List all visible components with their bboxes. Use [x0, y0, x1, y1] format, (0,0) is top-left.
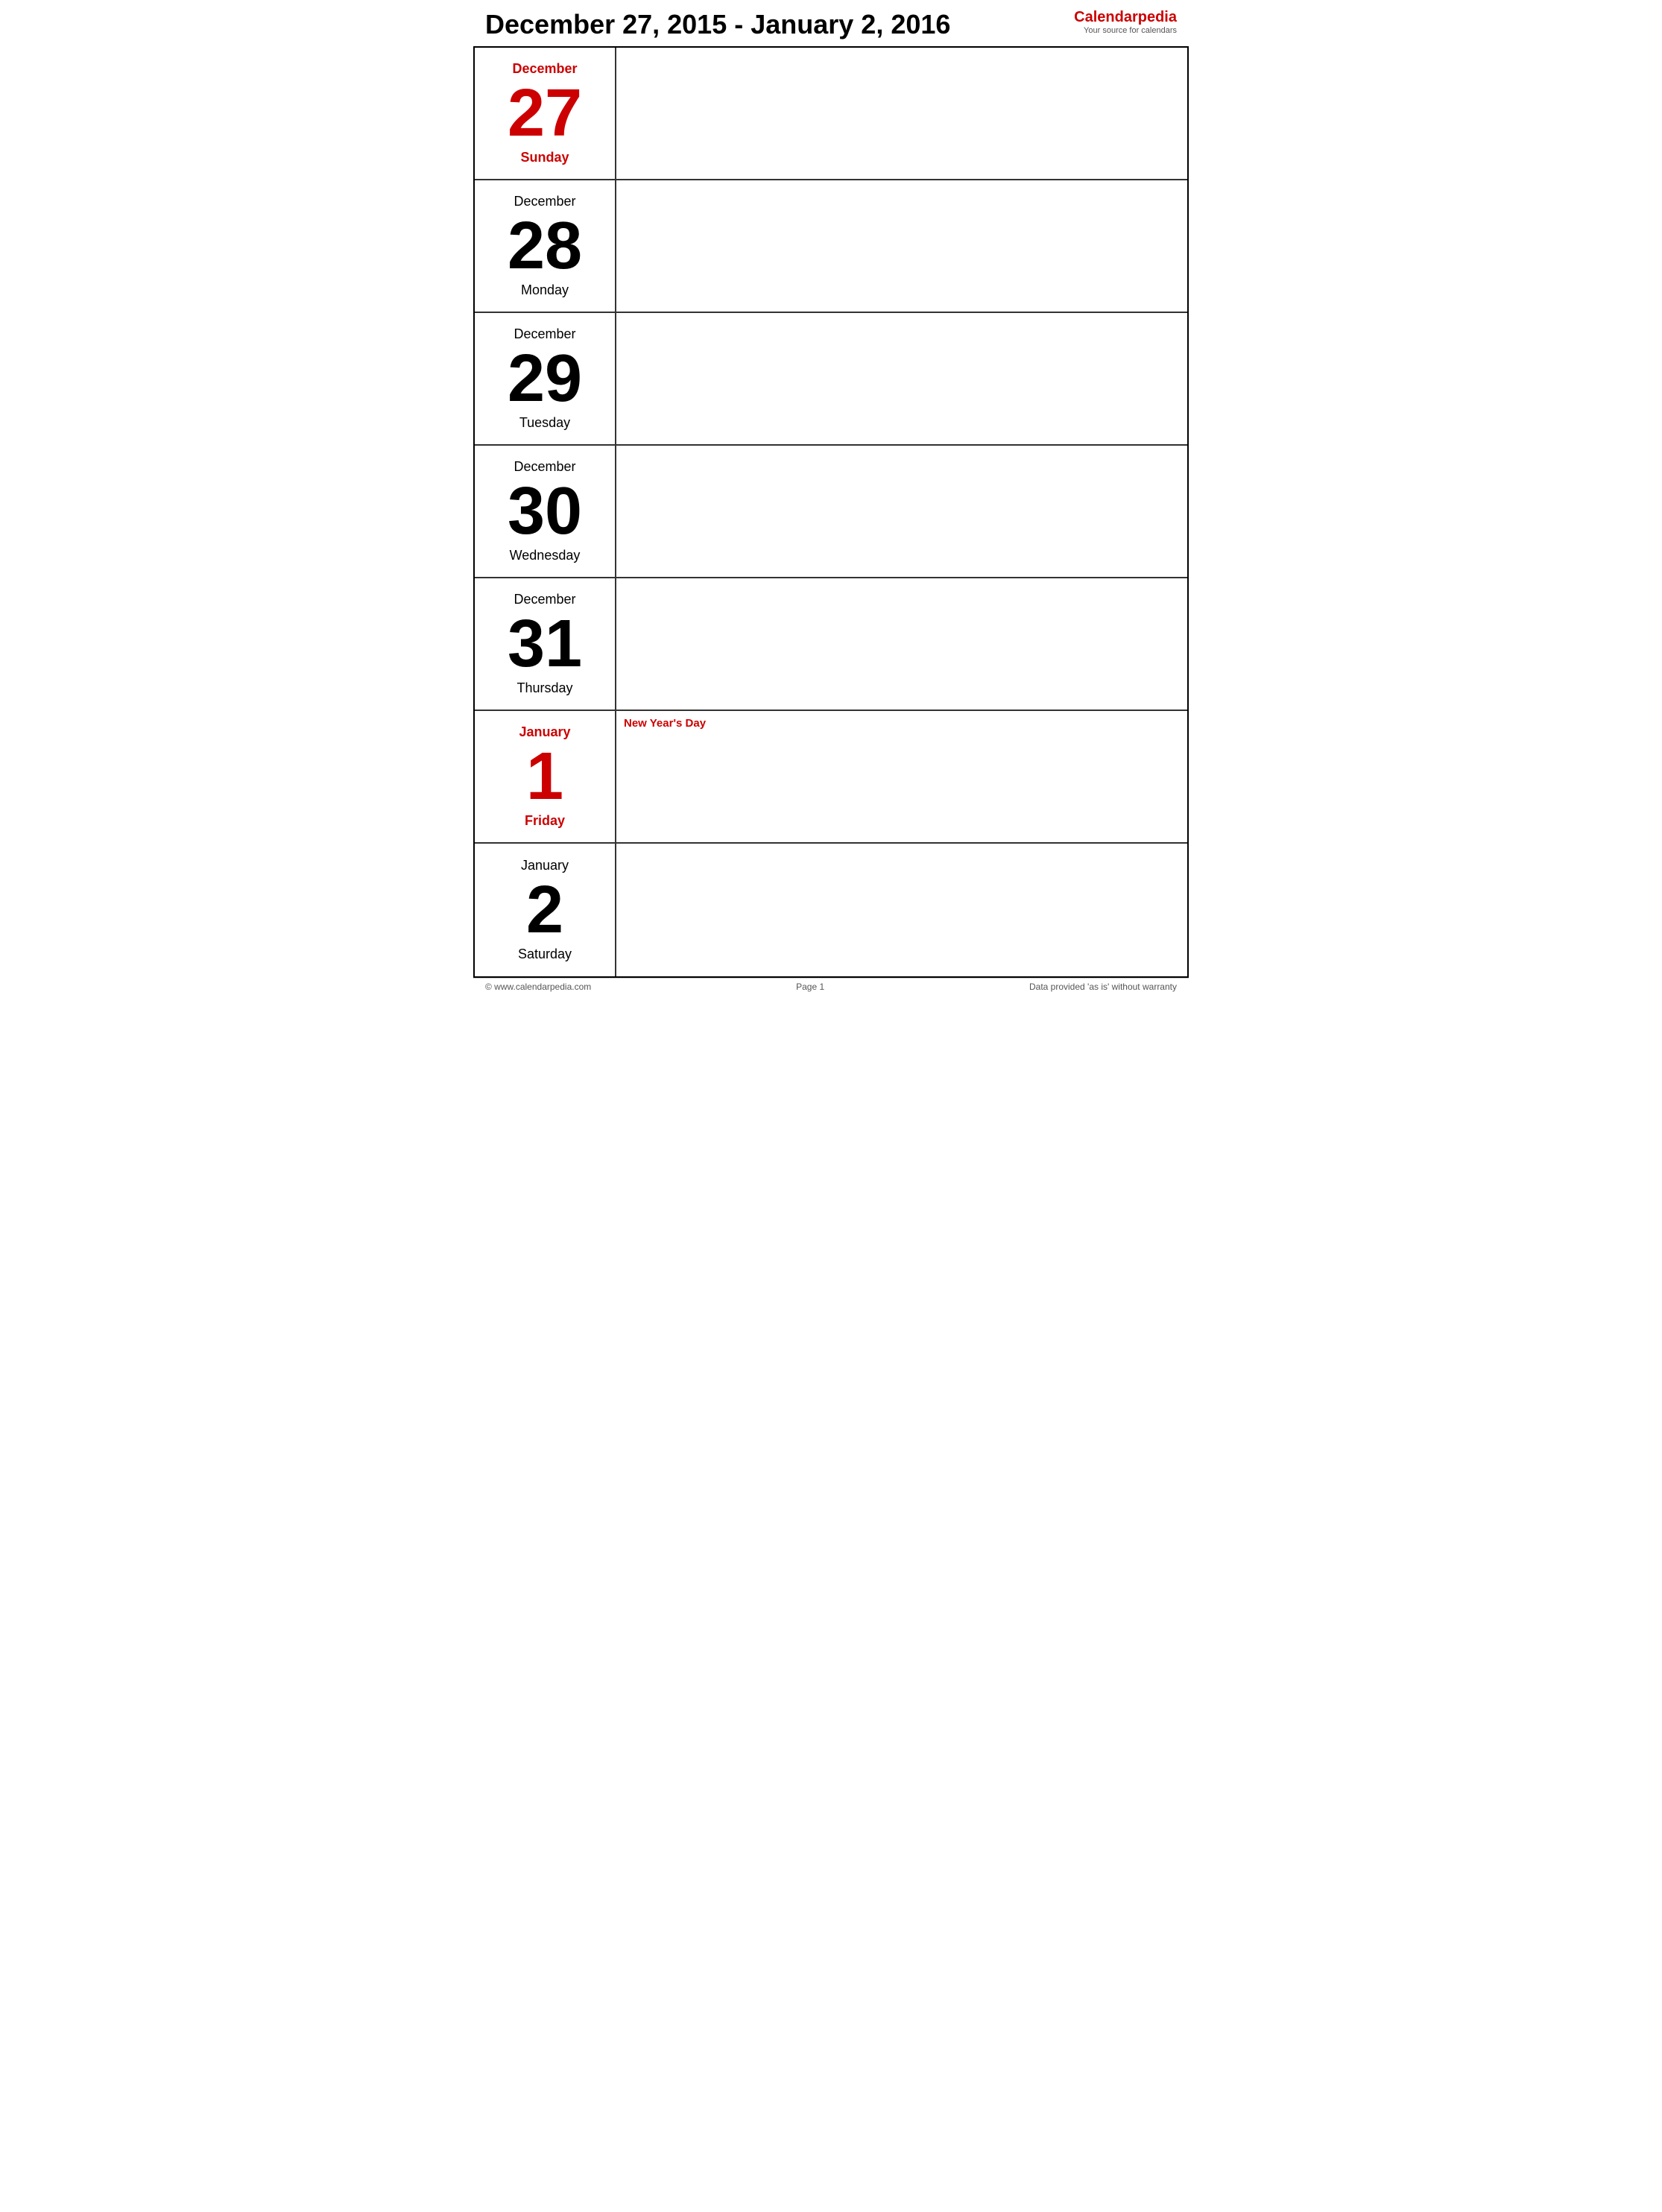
footer-page: Page 1: [796, 982, 824, 992]
page-footer: © www.calendarpedia.com Page 1 Data prov…: [473, 978, 1189, 995]
day-row: December 30 Wednesday: [475, 446, 1187, 578]
day-number: 29: [508, 345, 582, 412]
day-weekday: Friday: [525, 813, 565, 829]
day-month: December: [514, 459, 575, 475]
day-month: December: [514, 326, 575, 342]
day-number: 28: [508, 212, 582, 279]
day-month: December: [514, 592, 575, 607]
footer-copyright: © www.calendarpedia.com: [485, 982, 591, 992]
logo-accent: pedia: [1138, 9, 1177, 25]
day-row: December 27 Sunday: [475, 48, 1187, 180]
day-label: January 1 Friday: [475, 711, 616, 842]
day-weekday: Thursday: [516, 680, 572, 696]
day-label: December 30 Wednesday: [475, 446, 616, 577]
day-content[interactable]: [616, 313, 1187, 444]
day-weekday: Saturday: [518, 947, 572, 962]
day-month: December: [514, 194, 575, 209]
day-content[interactable]: [616, 48, 1187, 179]
logo-tagline: Your source for calendars: [1074, 26, 1177, 35]
day-weekday: Tuesday: [519, 415, 570, 431]
day-label: December 31 Thursday: [475, 578, 616, 710]
day-weekday: Monday: [521, 282, 569, 298]
day-number: 27: [508, 80, 582, 147]
day-row: December 29 Tuesday: [475, 313, 1187, 446]
day-content[interactable]: New Year's Day: [616, 711, 1187, 842]
logo-container: Calendarpedia Your source for calendars: [1074, 9, 1177, 35]
footer-disclaimer: Data provided 'as is' without warranty: [1029, 982, 1177, 992]
day-row: January 2 Saturday: [475, 844, 1187, 976]
day-content[interactable]: [616, 578, 1187, 710]
page-header: December 27, 2015 - January 2, 2016 Cale…: [473, 0, 1189, 48]
day-label: December 29 Tuesday: [475, 313, 616, 444]
day-month: January: [519, 724, 570, 740]
logo-text: Calendarpedia: [1074, 9, 1177, 26]
day-number: 2: [526, 876, 563, 944]
day-row: January 1 Friday New Year's Day: [475, 711, 1187, 844]
day-number: 1: [526, 743, 563, 810]
day-weekday: Sunday: [520, 150, 569, 165]
day-label: December 28 Monday: [475, 180, 616, 312]
day-row: December 28 Monday: [475, 180, 1187, 313]
day-row: December 31 Thursday: [475, 578, 1187, 711]
day-month: January: [521, 858, 569, 873]
day-number: 30: [508, 478, 582, 545]
day-month: December: [512, 61, 577, 77]
holiday-label: New Year's Day: [624, 717, 1180, 730]
page-wrapper: December 27, 2015 - January 2, 2016 Cale…: [473, 0, 1189, 995]
page-title: December 27, 2015 - January 2, 2016: [485, 9, 950, 40]
day-content[interactable]: [616, 180, 1187, 312]
calendar-body: December27SundayDecember28MondayDecember…: [473, 48, 1189, 978]
day-label: January 2 Saturday: [475, 844, 616, 976]
day-number: 31: [508, 610, 582, 677]
logo-main: Calendar: [1074, 9, 1138, 25]
day-weekday: Wednesday: [510, 548, 581, 563]
day-content[interactable]: [616, 446, 1187, 577]
day-label: December 27 Sunday: [475, 48, 616, 179]
day-content[interactable]: [616, 844, 1187, 976]
